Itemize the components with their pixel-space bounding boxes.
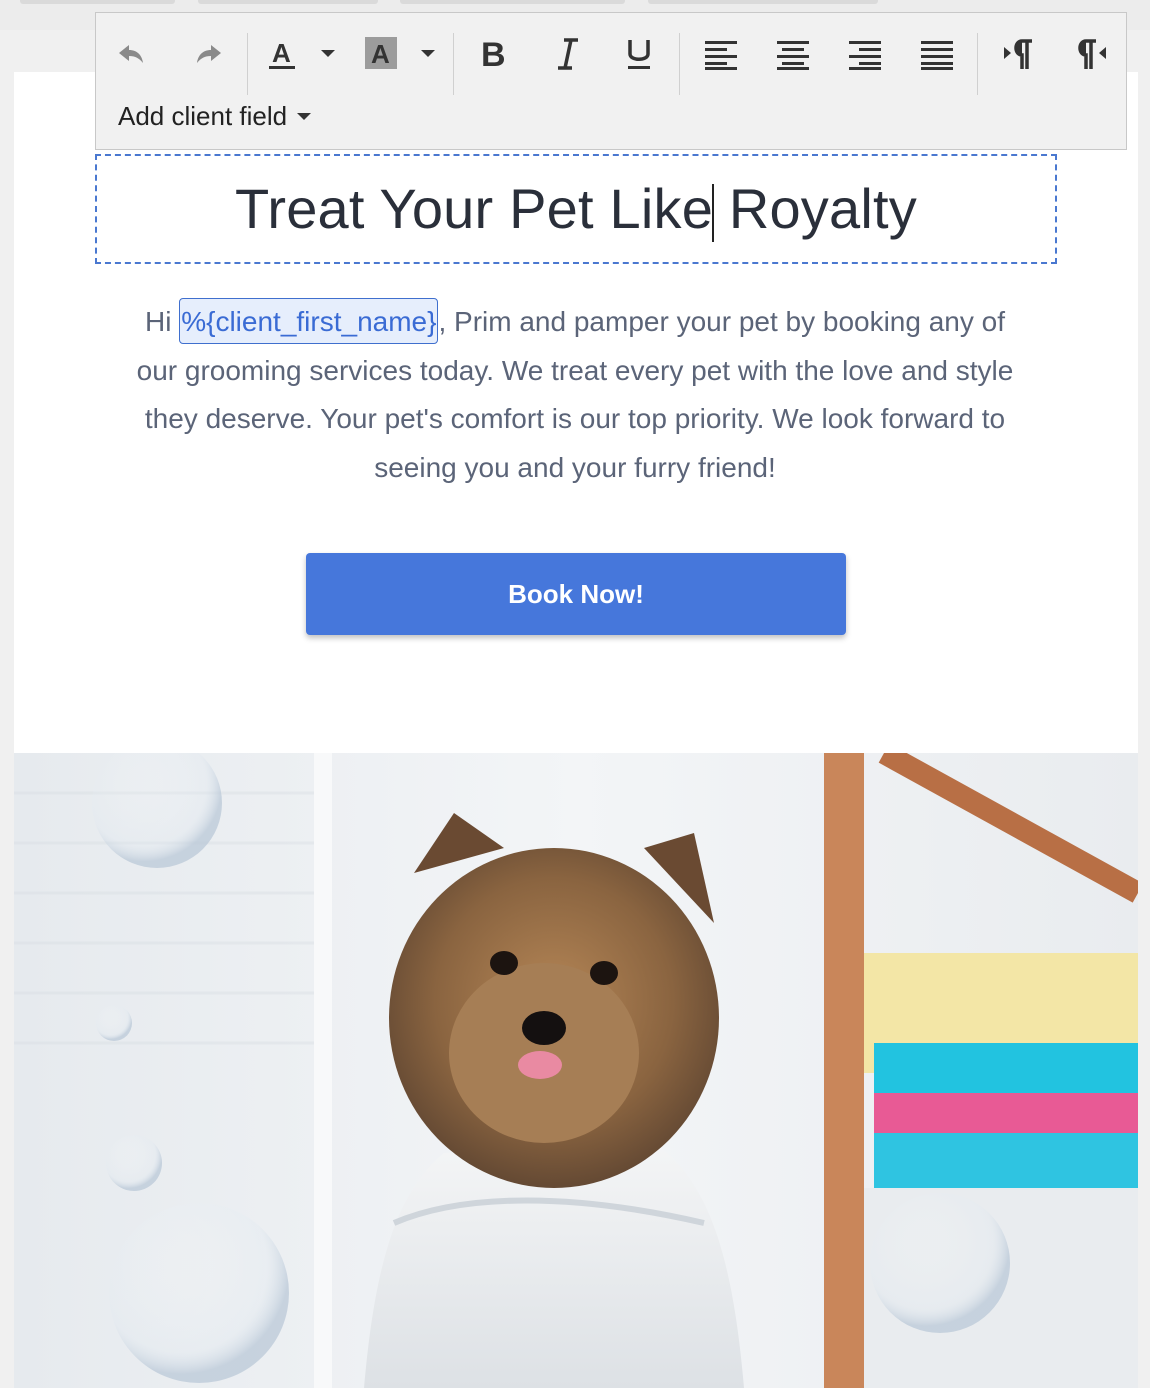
- add-client-field-dropdown[interactable]: Add client field: [118, 101, 312, 132]
- body-paragraph[interactable]: Hi %{client_first_name}, Prim and pamper…: [134, 298, 1016, 492]
- tab-placeholder: [400, 0, 625, 4]
- client-first-name-token[interactable]: %{client_first_name}: [179, 298, 439, 344]
- highlight-color-button[interactable]: A: [362, 31, 442, 77]
- redo-button[interactable]: [186, 31, 230, 77]
- undo-button[interactable]: [110, 31, 154, 77]
- align-right-button[interactable]: [840, 31, 890, 77]
- svg-text:A: A: [272, 38, 291, 68]
- toolbar-separator: [679, 33, 680, 95]
- paragraph-ltr-icon: [1004, 39, 1032, 69]
- tab-placeholder: [198, 0, 378, 4]
- undo-icon: [119, 45, 143, 63]
- bold-button[interactable]: B: [468, 31, 518, 77]
- add-client-field-label: Add client field: [118, 101, 288, 131]
- chevron-down-icon: [297, 113, 312, 120]
- headline-text-after: Royalty: [713, 176, 917, 240]
- text-color-button[interactable]: A: [264, 31, 344, 77]
- align-center-button[interactable]: [768, 31, 818, 77]
- toolbar-separator: [453, 33, 454, 95]
- tab-placeholder: [648, 0, 878, 4]
- pet-photo: [14, 753, 1138, 1388]
- svg-text:B: B: [481, 36, 506, 72]
- highlight-icon: A: [365, 37, 435, 69]
- justify-button[interactable]: [912, 31, 962, 77]
- align-right-icon: [849, 41, 881, 70]
- paragraph-rtl-icon: [1078, 39, 1106, 69]
- headline-block[interactable]: Treat Your Pet Like Royalty: [95, 154, 1057, 264]
- headline[interactable]: Treat Your Pet Like Royalty: [235, 176, 917, 243]
- book-now-button[interactable]: Book Now!: [306, 553, 846, 635]
- toolbar-separator: [977, 33, 978, 95]
- italic-icon: [558, 38, 578, 70]
- justify-icon: [921, 41, 953, 70]
- align-left-icon: [705, 41, 737, 70]
- rtl-direction-button[interactable]: [1066, 31, 1116, 77]
- greeting-text: Hi: [144, 306, 180, 337]
- ltr-direction-button[interactable]: [994, 31, 1044, 77]
- svg-text:A: A: [371, 39, 390, 69]
- underline-button[interactable]: [614, 31, 664, 77]
- text-color-icon: A: [269, 38, 335, 69]
- toolbar-separator: [247, 33, 248, 95]
- underline-icon: [628, 40, 650, 69]
- align-center-icon: [777, 41, 809, 70]
- tab-placeholder: [20, 0, 175, 4]
- email-canvas: Treat Your Pet Like Royalty Hi %{client_…: [14, 72, 1138, 1388]
- align-left-button[interactable]: [696, 31, 746, 77]
- editor-toolbar: A A B Add client field: [95, 12, 1127, 150]
- italic-button[interactable]: [542, 31, 592, 77]
- bold-icon: B: [481, 36, 506, 72]
- redo-icon: [197, 45, 221, 63]
- headline-text-before: Treat Your Pet Like: [235, 176, 714, 240]
